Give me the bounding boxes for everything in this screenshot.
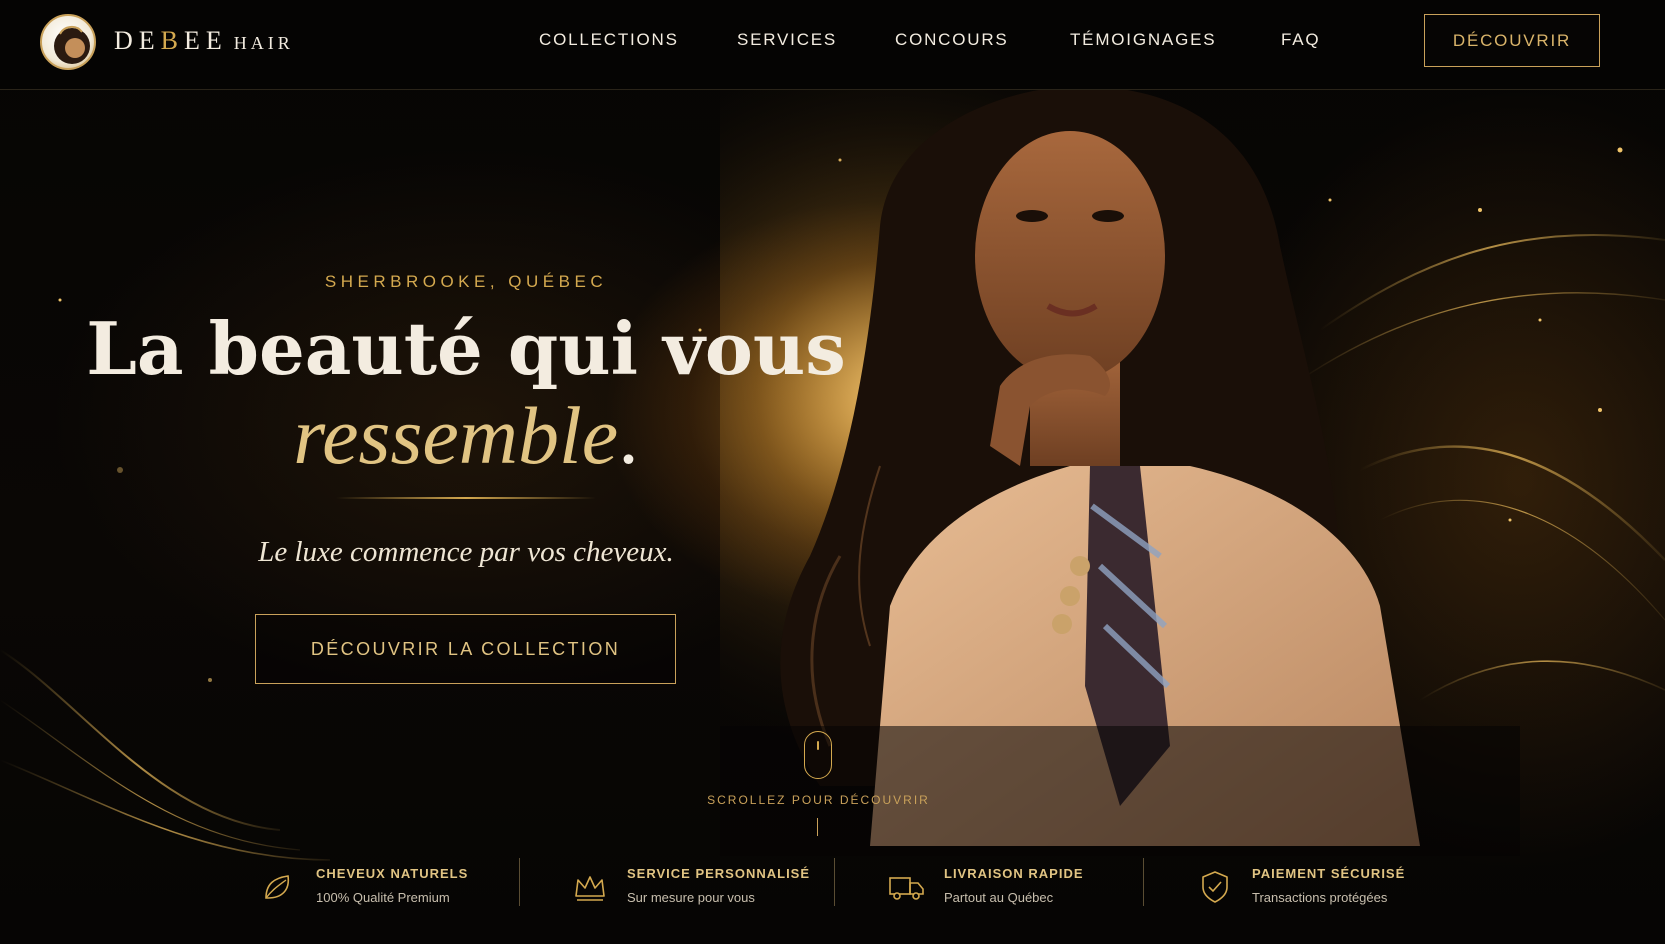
headline-emphasis-word: ressemble	[293, 390, 619, 481]
feature-subtitle: 100% Qualité Premium	[316, 890, 450, 905]
scroll-line-divider	[817, 818, 818, 836]
feature-title: LIVRAISON RAPIDE	[944, 866, 1084, 881]
feature-title: PAIEMENT SÉCURISÉ	[1252, 866, 1406, 881]
nav-item-concours[interactable]: CONCOURS	[895, 30, 1009, 50]
discover-collection-button[interactable]: DÉCOUVRIR LA COLLECTION	[255, 614, 676, 684]
feature-subtitle: Partout au Québec	[944, 890, 1054, 905]
hero-tagline: Le luxe commence par vos cheveux.	[258, 536, 674, 568]
feature-separator	[519, 858, 520, 906]
hero-headline-emphasis: ressemble.	[60, 392, 872, 480]
feature-subtitle: Transactions protégées	[1252, 890, 1388, 905]
feature-title: SERVICE PERSONNALISÉ	[627, 866, 811, 881]
site-header: DEBEE HAIR COLLECTIONS SERVICES CONCOURS …	[0, 0, 1665, 90]
shield-check-icon	[1202, 871, 1228, 903]
crown-icon	[575, 876, 605, 901]
feature-subtitle: Sur mesure pour vous	[627, 890, 755, 905]
header-discover-button[interactable]: DÉCOUVRIR	[1424, 14, 1600, 67]
hero-divider	[336, 497, 596, 499]
scroll-mouse-icon[interactable]	[804, 731, 832, 779]
feature-title: CHEVEUX NATURELS	[316, 866, 469, 881]
feature-separator	[1143, 858, 1144, 906]
nav-item-collections[interactable]: COLLECTIONS	[539, 30, 679, 50]
hero-headline: La beauté qui vous	[86, 306, 846, 391]
nav-item-temoignages[interactable]: TÉMOIGNAGES	[1070, 30, 1216, 50]
brand-wordmark[interactable]: DEBEE HAIR	[114, 26, 294, 56]
nav-item-faq[interactable]: FAQ	[1281, 30, 1320, 50]
nav-item-services[interactable]: SERVICES	[737, 30, 837, 50]
leaf-icon	[265, 875, 290, 899]
truck-icon	[889, 877, 924, 900]
brand-logo-icon[interactable]	[40, 14, 96, 70]
scroll-hint-label: SCROLLEZ POUR DÉCOUVRIR	[707, 793, 930, 807]
features-bar: CHEVEUX NATURELS 100% Qualité Premium SE…	[0, 840, 1665, 944]
hero-location-eyebrow: SHERBROOKE, QUÉBEC	[324, 272, 608, 291]
feature-separator	[834, 858, 835, 906]
headline-period: .	[618, 390, 639, 481]
